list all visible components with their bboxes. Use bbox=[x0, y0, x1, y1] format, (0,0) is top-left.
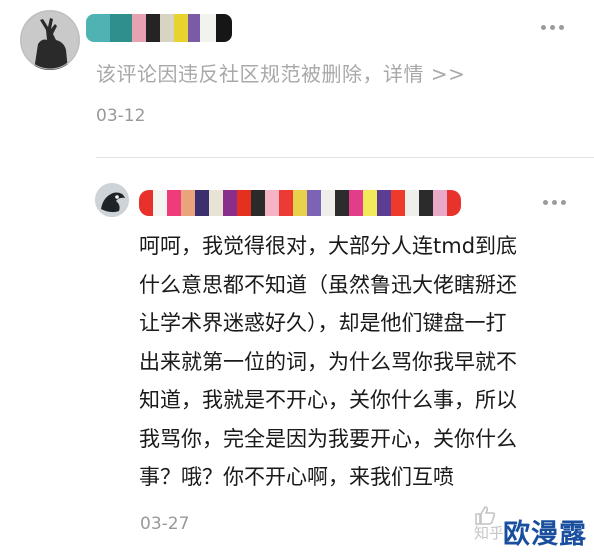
bird-avatar-image bbox=[95, 183, 129, 217]
reply-line: 我骂你，完全是因为我要开心，关你什么 bbox=[139, 426, 517, 451]
censored-username-1 bbox=[86, 14, 232, 42]
more-dots-icon[interactable] bbox=[541, 25, 564, 30]
reply-line: 事？哦？你不开心啊，来我们互喷 bbox=[139, 465, 454, 489]
avatar[interactable] bbox=[95, 183, 129, 217]
reply-line: 知道，我就是不开心，关你什么事，所以 bbox=[139, 388, 517, 412]
reply-line: 呵呵，我觉得很对，大部分人连tmd到底 bbox=[139, 234, 518, 258]
censored-username-2 bbox=[139, 190, 461, 216]
comment-date: 03-12 bbox=[96, 106, 146, 126]
reply-text: 呵呵，我觉得很对，大部分人连tmd到底 什么意思都不知道（虽然鲁迅大佬瞎掰还 让… bbox=[139, 227, 584, 497]
reply-date: 03-27 bbox=[140, 514, 190, 534]
site-logo-watermark: 欧漫露 bbox=[503, 519, 587, 550]
divider bbox=[96, 157, 594, 158]
reply-line: 出来就第一位的词，为什么骂你我早就不 bbox=[139, 349, 517, 374]
avatar[interactable] bbox=[20, 10, 80, 70]
reply-line: 让学术界迷惑好久），却是他们键盘一打 bbox=[139, 311, 507, 335]
platform-watermark: 知乎 bbox=[474, 524, 505, 542]
reply-line: 什么意思都不知道（虽然鲁迅大佬瞎掰还 bbox=[139, 272, 517, 297]
deleted-comment-notice[interactable]: 该评论因违反社区规范被删除，详情 >> bbox=[96, 58, 465, 87]
more-dots-icon[interactable] bbox=[543, 200, 566, 205]
deer-avatar-image bbox=[20, 10, 80, 70]
